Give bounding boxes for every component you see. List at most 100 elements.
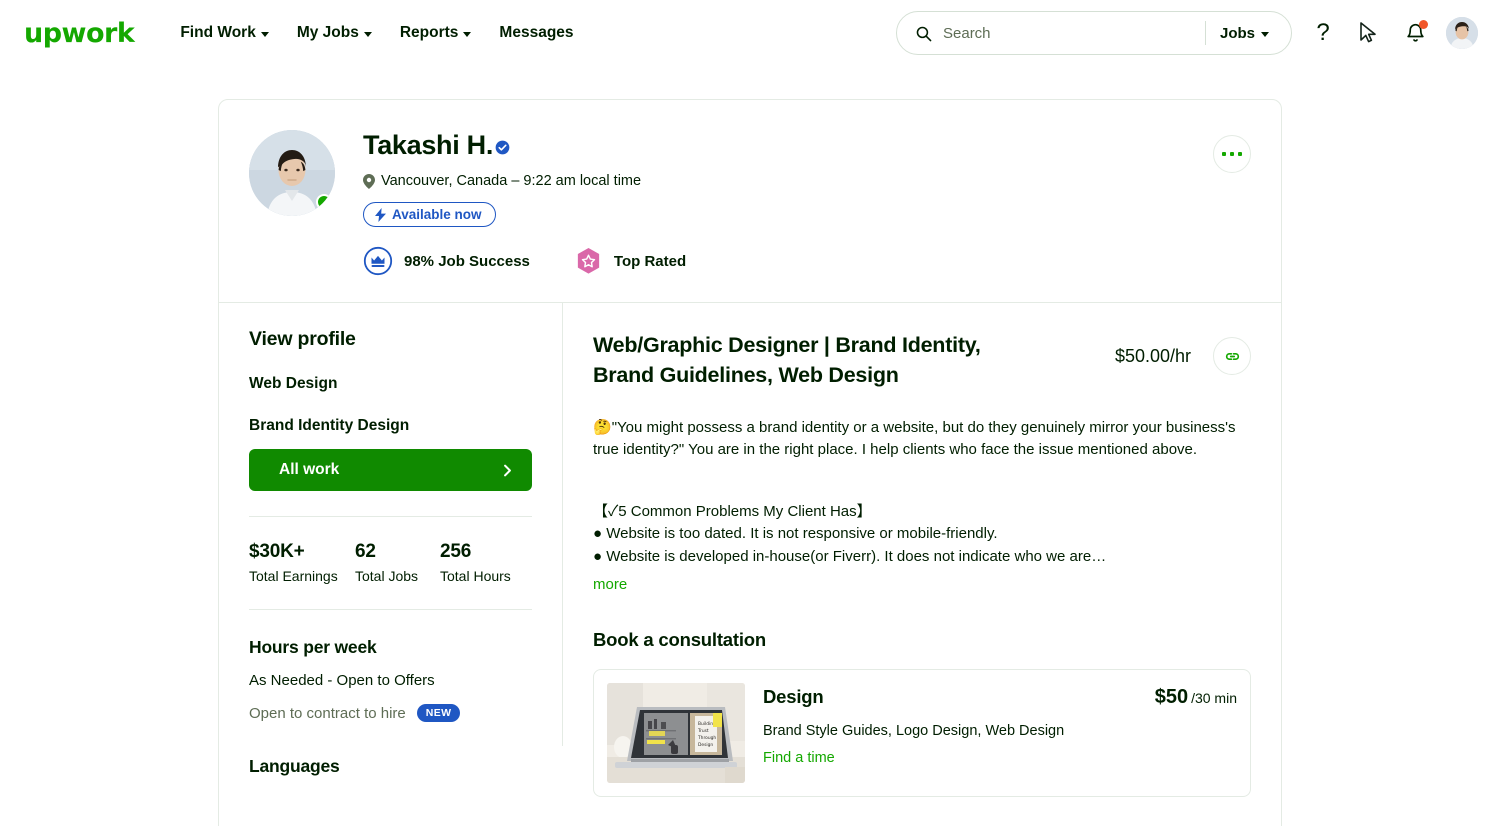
help-icon: ? [1316, 19, 1330, 46]
profile-name: Takashi H. [363, 130, 494, 160]
profile-main-pane: Web/Graphic Designer | Brand Identity, B… [563, 303, 1281, 797]
online-status-dot [316, 194, 332, 210]
stat-total-earnings: $30K+ Total Earnings [249, 541, 355, 584]
profile-card: Takashi H. Vancouver, Canada – 9:22 am l… [218, 99, 1282, 826]
availability-badge[interactable]: Available now [363, 202, 496, 227]
sidebar-view-profile-title: View profile [249, 328, 356, 350]
profile-header-section: Takashi H. Vancouver, Canada – 9:22 am l… [219, 100, 1281, 303]
link-icon [1225, 352, 1239, 360]
more-dot [1229, 151, 1235, 157]
profile-avatar[interactable] [249, 130, 335, 216]
verified-badge-icon [495, 140, 510, 155]
svg-text:Design: Design [698, 742, 713, 748]
contract-to-hire-label: Open to contract to hire [249, 704, 406, 722]
cursor-pointer-indicator [1354, 18, 1384, 48]
profile-name-row: Takashi H. [363, 130, 686, 161]
profile-body-columns: View profile Web Design Brand Identity D… [219, 303, 1281, 797]
sidebar-hours-block: Hours per week As Needed - Open to Offer… [219, 609, 562, 777]
profile-more-options-button[interactable] [1213, 135, 1251, 173]
description-problem-list: 【✓5 Common Problems My Client Has】 ● Web… [593, 501, 1251, 595]
svg-text:Trust: Trust [697, 728, 709, 734]
stat-total-jobs: 62 Total Jobs [355, 541, 440, 584]
job-title-row: Web/Graphic Designer | Brand Identity, B… [593, 331, 1251, 390]
search-scope-label: Jobs [1219, 24, 1255, 42]
chevron-down-icon [363, 31, 372, 37]
stat-value: 62 [355, 541, 376, 562]
find-a-time-link[interactable]: Find a time [763, 750, 835, 766]
search-scope-dropdown[interactable]: Jobs [1206, 25, 1287, 42]
stat-value: 256 [440, 541, 472, 562]
job-success-crown-icon [363, 246, 393, 276]
copy-link-button[interactable] [1213, 337, 1251, 375]
description-paragraph: 🤔"You might possess a brand identity or … [593, 417, 1251, 461]
nav-item-find-work[interactable]: Find Work [180, 24, 269, 42]
nav-item-my-jobs[interactable]: My Jobs [297, 24, 372, 42]
consultation-card[interactable]: Building Trust Through Design Design $50… [593, 668, 1251, 797]
nav-item-messages[interactable]: Messages [499, 24, 573, 42]
account-avatar-button[interactable] [1446, 17, 1478, 49]
contract-to-hire-row: Open to contract to hire NEW [249, 704, 532, 722]
hours-per-week-title: Hours per week [249, 637, 377, 657]
profile-badges-row: 98% Job Success Top Rated [363, 246, 686, 276]
top-rated-star-icon [577, 247, 600, 274]
consultation-duration: /30 min [1191, 689, 1237, 706]
svg-text:Through: Through [697, 735, 716, 741]
search-input[interactable] [932, 24, 1205, 42]
more-dot [1221, 151, 1227, 157]
consultation-header: Design $50 /30 min [763, 686, 1237, 709]
sidebar-stats-row: $30K+ Total Earnings 62 Total Jobs 256 T… [219, 517, 562, 584]
nav-item-find-work-label: Find Work [180, 24, 256, 41]
header-right-cluster: Jobs ? [896, 11, 1478, 55]
profile-location-text: Vancouver, Canada – 9:22 am local time [381, 173, 642, 189]
stat-total-hours: 256 Total Hours [440, 541, 511, 584]
page-title: Web/Graphic Designer | Brand Identity, B… [593, 333, 981, 387]
notifications-button[interactable] [1400, 18, 1430, 48]
new-badge: NEW [416, 704, 461, 722]
sidebar-item-brand-identity-design[interactable]: Brand Identity Design [249, 417, 532, 435]
help-button[interactable]: ? [1308, 18, 1338, 48]
rate-and-link: $50.00/hr [1115, 331, 1251, 375]
nav-item-reports[interactable]: Reports [400, 24, 472, 42]
description-list-heading: 【✓5 Common Problems My Client Has】 [593, 503, 872, 521]
chevron-right-icon [504, 464, 511, 476]
top-rated-label: Top Rated [613, 252, 687, 270]
show-more-link[interactable]: more [593, 574, 627, 596]
nav-item-my-jobs-label: My Jobs [296, 24, 359, 41]
description-text: "You might possess a brand identity or a… [593, 419, 1236, 459]
thinking-emoji-icon: 🤔 [593, 419, 612, 437]
location-pin-icon [363, 173, 375, 189]
cursor-pointer-icon [1360, 22, 1376, 43]
sidebar-item-web-design[interactable]: Web Design [249, 375, 532, 393]
hourly-rate: $50.00/hr [1114, 345, 1191, 366]
page-body: Takashi H. Vancouver, Canada – 9:22 am l… [0, 99, 1500, 826]
chevron-down-icon [260, 31, 269, 37]
availability-label: Available now [392, 207, 482, 222]
consultation-thumbnail: Building Trust Through Design [607, 682, 745, 783]
avatar-image [1446, 17, 1478, 49]
stat-label: Total Jobs [355, 568, 419, 584]
notification-badge-dot [1419, 20, 1428, 29]
description-bullet: ● Website is developed in-house(or Fiver… [593, 547, 1107, 565]
top-rated-badge[interactable]: Top Rated [574, 247, 686, 276]
nav-item-messages-label: Messages [499, 24, 574, 41]
search-bar[interactable]: Jobs [896, 11, 1292, 55]
profile-sidebar: View profile Web Design Brand Identity D… [219, 303, 563, 776]
sidebar-item-all-work[interactable]: All work [249, 449, 532, 491]
stat-label: Total Earnings [249, 568, 338, 584]
chevron-down-icon [1261, 31, 1269, 37]
main-nav-links: Find Work My Jobs Reports Messages [180, 24, 573, 42]
consultation-price: $50 [1154, 685, 1189, 708]
job-success-badge[interactable]: 98% Job Success [363, 246, 530, 276]
all-work-label: All work [279, 461, 340, 478]
search-icon [916, 26, 932, 41]
lightning-bolt-icon [375, 207, 386, 222]
more-dot [1237, 151, 1243, 157]
nav-item-reports-label: Reports [399, 24, 459, 41]
laptop-portfolio-image: Building Trust Through Design [607, 682, 745, 783]
stat-label: Total Hours [440, 568, 511, 584]
chevron-down-icon [463, 31, 472, 37]
languages-title: Languages [249, 756, 340, 776]
upwork-logo[interactable]: upwork [24, 18, 135, 49]
top-navigation-bar: upwork Find Work My Jobs Reports Message… [0, 0, 1500, 66]
consultation-name: Design [763, 685, 824, 707]
